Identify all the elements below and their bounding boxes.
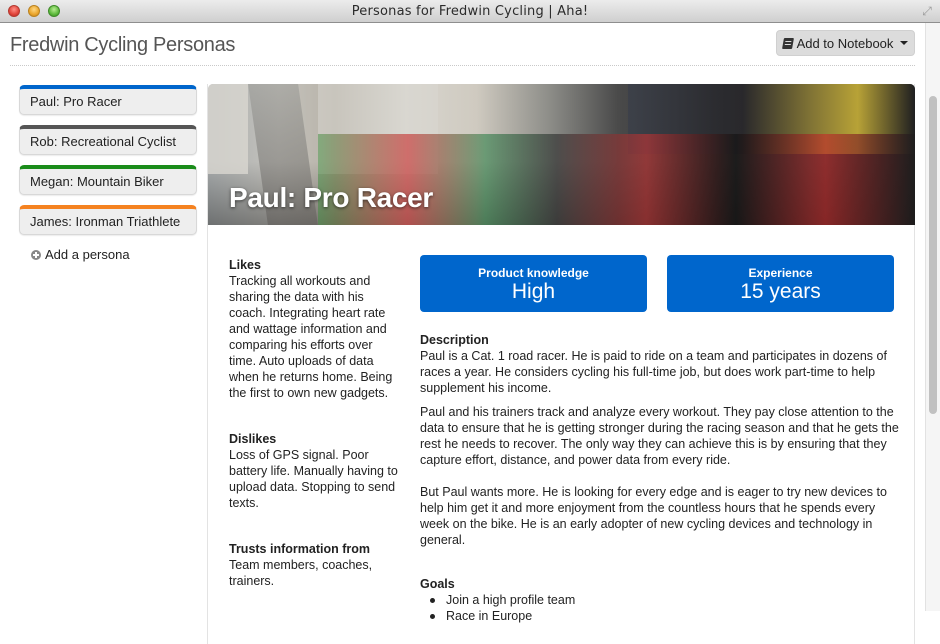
persona-tab-label: Megan: Mountain Biker <box>30 174 164 189</box>
persona-tab-paul[interactable]: Paul: Pro Racer <box>19 85 197 115</box>
add-to-notebook-button[interactable]: Add to Notebook <box>776 30 915 56</box>
stat-value: High <box>511 280 556 303</box>
persona-description: Description Paul is a Cat. 1 road racer.… <box>420 332 900 624</box>
add-persona-label: Add a persona <box>45 247 130 262</box>
add-to-notebook-label: Add to Notebook <box>796 35 894 51</box>
stat-experience: Experience 15 years <box>667 255 894 312</box>
description-paragraph: Paul and his trainers track and analyze … <box>420 405 899 467</box>
book-icon <box>781 37 794 49</box>
stat-value: 15 years <box>740 280 821 303</box>
persona-traits: Likes Tracking all workouts and sharing … <box>229 257 401 619</box>
caret-down-icon <box>900 41 909 45</box>
hero-photo-building <box>208 84 248 174</box>
scrollbar-thumb[interactable] <box>929 96 937 414</box>
description-heading: Description <box>420 333 489 347</box>
trusts-section: Trusts information from Team members, co… <box>229 541 401 589</box>
stat-label: Product knowledge <box>478 266 589 280</box>
persona-tab-james[interactable]: James: Ironman Triathlete <box>19 205 197 235</box>
window-titlebar: Personas for Fredwin Cycling | Aha! ⤢ <box>0 0 940 23</box>
persona-tab-rob[interactable]: Rob: Recreational Cyclist <box>19 125 197 155</box>
persona-tab-label: Paul: Pro Racer <box>30 94 122 109</box>
goal-item: Race in Europe <box>430 608 900 624</box>
add-persona-link[interactable]: Add a persona <box>31 247 197 262</box>
likes-heading: Likes <box>229 258 261 272</box>
plus-circle-icon <box>31 249 41 260</box>
goal-item: Join a high profile team <box>430 592 900 608</box>
goals-list: Join a high profile team Race in Europe <box>420 592 900 624</box>
persona-hero-image: Paul: Pro Racer <box>208 84 915 225</box>
description-paragraph: But Paul wants more. He is looking for e… <box>420 485 887 547</box>
likes-section: Likes Tracking all workouts and sharing … <box>229 257 401 401</box>
trusts-text: Team members, coaches, trainers. <box>229 558 373 588</box>
fullscreen-icon[interactable]: ⤢ <box>920 4 934 18</box>
dislikes-heading: Dislikes <box>229 432 277 446</box>
persona-sidebar: Paul: Pro Racer Rob: Recreational Cyclis… <box>19 85 197 262</box>
trusts-heading: Trusts information from <box>229 542 370 556</box>
page-header: Fredwin Cycling Personas Add to Notebook <box>10 30 915 66</box>
page-title: Fredwin Cycling Personas <box>10 34 236 56</box>
goals-section: Goals Join a high profile team Race in E… <box>420 576 900 624</box>
persona-name: Paul: Pro Racer <box>229 182 434 213</box>
persona-tab-label: James: Ironman Triathlete <box>30 214 181 229</box>
persona-tab-label: Rob: Recreational Cyclist <box>30 134 176 149</box>
dislikes-section: Dislikes Loss of GPS signal. Poor batter… <box>229 431 401 511</box>
stat-label: Experience <box>748 266 813 280</box>
goals-heading: Goals <box>420 577 455 591</box>
description-paragraph: Paul is a Cat. 1 road racer. He is paid … <box>420 349 887 395</box>
dislikes-text: Loss of GPS signal. Poor battery life. M… <box>229 448 398 510</box>
persona-card: Paul: Pro Racer Likes Tracking all worko… <box>207 84 915 644</box>
likes-text: Tracking all workouts and sharing the da… <box>229 274 393 400</box>
stat-product-knowledge: Product knowledge High <box>420 255 647 312</box>
window-title: Personas for Fredwin Cycling | Aha! <box>351 4 589 19</box>
persona-tab-megan[interactable]: Megan: Mountain Biker <box>19 165 197 195</box>
